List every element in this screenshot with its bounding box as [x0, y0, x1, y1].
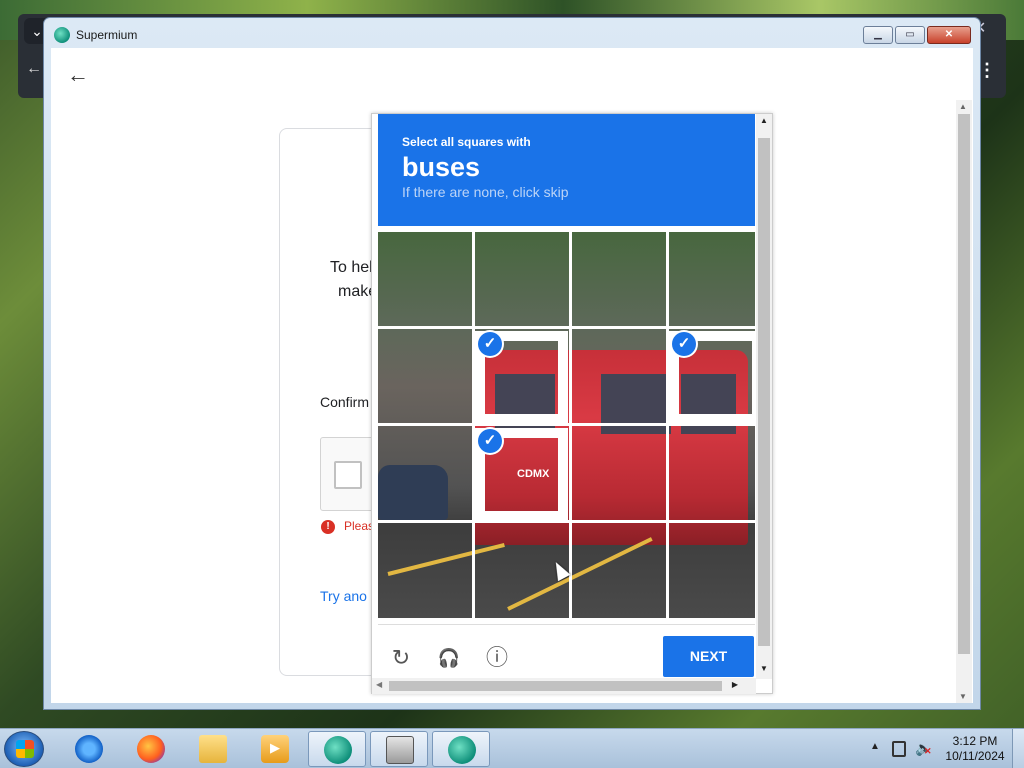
scroll-left-arrow-icon[interactable]: ◀	[376, 680, 382, 689]
check-icon: ✓	[478, 429, 502, 453]
close-button[interactable]: ✕	[927, 26, 971, 44]
scroll-down-arrow-icon[interactable]: ▼	[760, 664, 768, 673]
image-tile[interactable]	[378, 426, 472, 520]
tray-expand-icon[interactable]: ▲	[870, 741, 880, 752]
scrollbar-thumb[interactable]	[389, 681, 722, 691]
network-icon[interactable]	[892, 741, 906, 757]
image-tile[interactable]	[572, 329, 666, 423]
challenge-header: Select all squares with buses If there a…	[378, 114, 755, 226]
taskbar-item-supermium-profile[interactable]	[308, 731, 366, 767]
scrollbar-thumb[interactable]	[758, 138, 770, 646]
info-icon[interactable]: ⓘ	[484, 645, 510, 671]
maximize-button[interactable]: ▭	[895, 26, 925, 44]
taskbar-clock[interactable]: 3:12 PM 10/11/2024	[944, 734, 1006, 764]
webcam-icon	[386, 736, 414, 764]
image-tile[interactable]	[669, 232, 755, 326]
window-titlebar: Supermium	[54, 26, 137, 44]
show-desktop-button[interactable]	[1012, 729, 1024, 768]
muted-icon: ✕	[924, 746, 932, 756]
window-title: Supermium	[76, 28, 138, 42]
challenge-vertical-scrollbar[interactable]: ▲ ▼	[756, 114, 772, 679]
image-tile[interactable]	[669, 523, 755, 618]
firefox-icon	[137, 735, 165, 763]
supermium-icon	[54, 27, 70, 43]
taskbar-item-media-player[interactable]	[246, 731, 304, 767]
window-controls: ▁ ▭ ✕	[863, 26, 971, 44]
next-button[interactable]: NEXT	[663, 636, 754, 677]
challenge-instruction: Select all squares with	[402, 135, 531, 149]
reload-icon[interactable]: ↻	[388, 645, 414, 671]
supermium-icon	[448, 736, 476, 764]
supermium-user-icon	[324, 736, 352, 764]
media-player-icon	[261, 735, 289, 763]
ie-icon	[75, 735, 103, 763]
windows-logo-icon	[16, 740, 34, 758]
scroll-right-arrow-icon[interactable]: ▶	[732, 680, 738, 689]
scroll-down-arrow-icon[interactable]: ▼	[959, 692, 967, 701]
error-icon: !	[321, 520, 335, 534]
start-button[interactable]	[4, 731, 44, 767]
challenge-horizontal-scrollbar[interactable]: ◀ ▶	[372, 678, 756, 694]
image-tile[interactable]	[669, 426, 755, 520]
page-scrollbar[interactable]: ▲ ▼	[956, 100, 972, 703]
image-tile[interactable]	[378, 329, 472, 423]
challenge-footer: ↻ 🎧 ⓘ NEXT	[378, 624, 755, 678]
try-another-way-link[interactable]: Try ano	[320, 588, 367, 604]
image-tile[interactable]	[572, 426, 666, 520]
recaptcha-checkbox[interactable]	[334, 461, 362, 489]
back-arrow-icon[interactable]: ←	[67, 62, 89, 88]
card-text-line1: To hel	[330, 259, 373, 276]
taskbar-item-ie[interactable]	[60, 731, 118, 767]
scroll-up-arrow-icon[interactable]: ▲	[959, 102, 967, 111]
challenge-image-grid: CDMX ✓ ✓ ✓	[378, 232, 762, 618]
check-icon: ✓	[478, 332, 502, 356]
challenge-target: buses	[402, 152, 481, 182]
minimize-button[interactable]: ▁	[863, 26, 893, 44]
clock-date: 10/11/2024	[945, 749, 1005, 763]
taskbar-item-supermium[interactable]	[432, 731, 490, 767]
taskbar-item-firefox[interactable]	[122, 731, 180, 767]
check-icon: ✓	[672, 332, 696, 356]
back-arrow-icon[interactable]: ←	[26, 60, 42, 78]
taskbar-item-explorer[interactable]	[184, 731, 242, 767]
image-tile[interactable]	[378, 232, 472, 326]
error-message: Pleas	[344, 519, 375, 533]
image-tile[interactable]	[378, 523, 472, 618]
confirm-label: Confirm	[320, 394, 370, 410]
image-tile[interactable]	[572, 523, 666, 618]
clock-time: 3:12 PM	[952, 734, 998, 748]
image-tile[interactable]	[475, 232, 569, 326]
scroll-up-arrow-icon[interactable]: ▲	[760, 116, 768, 125]
image-tile[interactable]	[572, 232, 666, 326]
scrollbar-thumb[interactable]	[958, 114, 970, 654]
explorer-icon	[199, 735, 227, 763]
taskbar-item-webcam[interactable]	[370, 731, 428, 767]
taskbar: ▲ 🔈 ✕ 3:12 PM 10/11/2024	[0, 728, 1024, 768]
recaptcha-challenge: Select all squares with buses If there a…	[371, 113, 773, 694]
headphones-icon[interactable]: 🎧	[436, 645, 462, 671]
challenge-hint: If there are none, click skip	[402, 184, 569, 200]
